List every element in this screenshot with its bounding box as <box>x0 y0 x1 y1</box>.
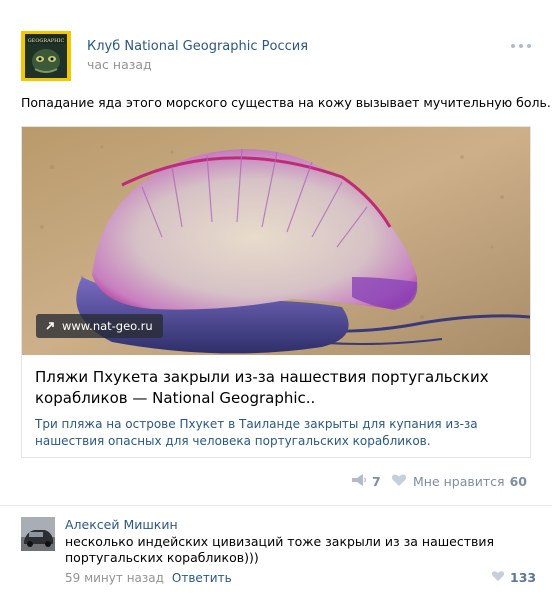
more-icon[interactable] <box>511 40 533 52</box>
wall-post: GEOGRAPHIC Клуб National Geographic Росс… <box>0 0 552 506</box>
like-label: Мне нравится <box>413 473 505 489</box>
share-button[interactable]: 7 <box>351 472 381 490</box>
share-count: 7 <box>372 473 381 489</box>
link-snippet[interactable]: www.nat-geo.ru Пляжи Пхукета закрыли из-… <box>21 126 531 458</box>
share-icon <box>351 473 367 490</box>
comment-time[interactable]: 59 минут назад <box>65 571 164 585</box>
comment-avatar[interactable] <box>21 517 55 551</box>
snippet-image[interactable]: www.nat-geo.ru <box>22 127 530 355</box>
comment: Алексей Мишкин несколько индейских цивиз… <box>0 507 552 598</box>
like-count: 60 <box>509 473 527 489</box>
heart-icon <box>391 473 407 490</box>
external-link-icon <box>45 321 55 331</box>
domain-badge[interactable]: www.nat-geo.ru <box>36 314 163 338</box>
comment-author[interactable]: Алексей Мишкин <box>65 517 178 532</box>
comment-like-count: 133 <box>510 570 537 585</box>
domain-text: www.nat-geo.ru <box>62 319 153 333</box>
avatar-logo-text: GEOGRAPHIC <box>28 38 65 44</box>
reply-button[interactable]: Ответить <box>172 571 232 585</box>
heart-icon <box>491 570 505 585</box>
snippet-title[interactable]: Пляжи Пхукета закрыли из-за нашествия по… <box>35 367 521 409</box>
snippet-description: Три пляжа на острове Пхукет в Таиланде з… <box>35 417 478 448</box>
post-time[interactable]: час назад <box>87 57 152 72</box>
group-avatar[interactable]: GEOGRAPHIC <box>21 31 71 81</box>
group-name-link[interactable]: Клуб National Geographic Россия <box>87 39 308 54</box>
comment-meta: 59 минут назад Ответить <box>65 571 232 585</box>
like-button[interactable]: Мне нравится 60 <box>391 472 527 490</box>
comment-like-button[interactable]: 133 <box>491 570 536 585</box>
post-text: Попадание яда этого морского существа на… <box>21 95 551 110</box>
comment-text: несколько индейских цивизаций тоже закры… <box>65 534 495 565</box>
